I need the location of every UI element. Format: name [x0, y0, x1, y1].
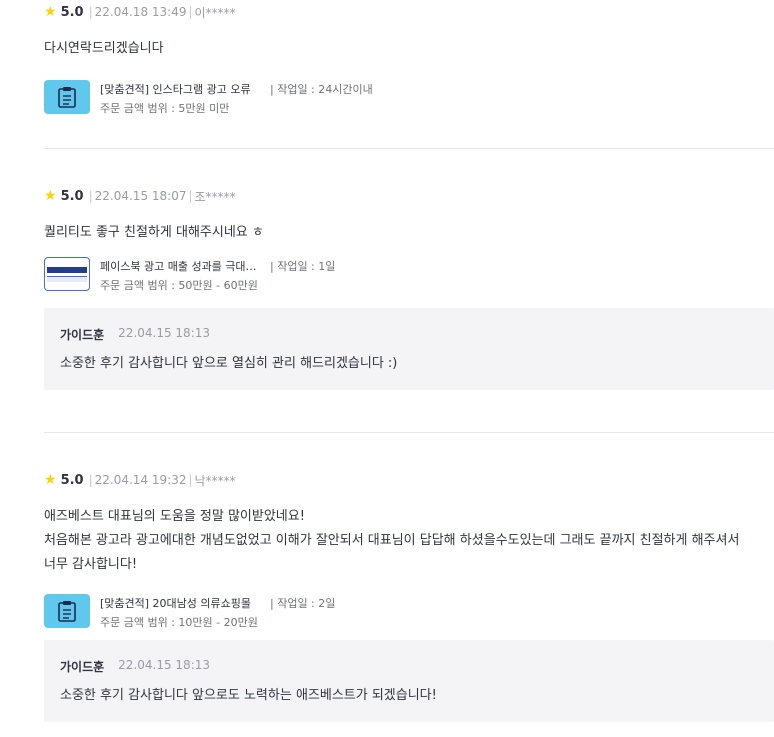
review-date: 22.04.14 19:32: [94, 473, 187, 487]
rating-value: 5.0: [60, 472, 84, 488]
service-thumbnail[interactable]: [44, 257, 90, 291]
reply-author: 가이드훈: [60, 660, 105, 674]
review-item: ★ 5.0 | 22.04.14 19:32 | 낙***** 애즈베스트 대표…: [44, 470, 774, 632]
review-text-line: 처음해본 광고라 광고에대한 개념도없었고 이해가 잘안되서 대표님이 답답해 …: [44, 533, 740, 548]
service-title[interactable]: [맞춤견적] 20대남성 의류쇼핑몰: [100, 594, 270, 613]
review-meta: ★ 5.0 | 22.04.14 19:32 | 낙*****: [44, 470, 774, 490]
review-text: 애즈베스트 대표님의 도움을 정말 많이받았네요! 처음해본 광고라 광고에대한…: [44, 505, 774, 577]
separator: |: [188, 5, 193, 19]
service-title[interactable]: [맞춤견적] 인스타그램 광고 오류: [100, 80, 270, 99]
service-thumbnail[interactable]: [44, 594, 90, 628]
reply-text: 소중한 후기 감사합니다 앞으로도 노력하는 애즈베스트가 되겠습니다!: [60, 688, 437, 703]
separator: |: [188, 473, 193, 487]
divider: [44, 148, 774, 149]
review-meta: ★ 5.0 | 22.04.15 18:07 | 조*****: [44, 186, 774, 206]
clipboard-icon: [58, 601, 76, 622]
price-range: 주문 금액 범위 : 50만원 - 60만원: [100, 279, 258, 292]
star-icon: ★: [44, 4, 57, 20]
star-icon: ★: [44, 188, 57, 204]
separator: |: [88, 189, 93, 203]
review-user: 이*****: [194, 5, 236, 20]
review-item: ★ 5.0 | 22.04.18 13:49 | 이***** 다시연락드리겠습…: [44, 2, 774, 118]
service-title[interactable]: 페이스북 광고 매출 성과를 극대…: [100, 257, 270, 276]
service-card[interactable]: 페이스북 광고 매출 성과를 극대… | 작업일 : 1일 주문 금액 범위 :…: [44, 257, 774, 295]
price-range: 주문 금액 범위 : 5만원 미만: [100, 102, 230, 115]
seller-reply: 가이드훈 22.04.15 18:13 소중한 후기 감사합니다 앞으로 열심히…: [44, 308, 774, 390]
review-user: 조*****: [194, 189, 236, 204]
service-info: 페이스북 광고 매출 성과를 극대… | 작업일 : 1일 주문 금액 범위 :…: [100, 257, 335, 295]
reply-date: 22.04.15 18:13: [118, 326, 211, 340]
review-user: 낙*****: [194, 473, 236, 488]
seller-reply: 가이드훈 22.04.15 18:13 소중한 후기 감사합니다 앞으로도 노력…: [44, 640, 774, 722]
reply-text: 소중한 후기 감사합니다 앞으로 열심히 관리 해드리겠습니다 :): [60, 356, 398, 371]
separator: |: [88, 473, 93, 487]
banner-image: [47, 275, 87, 282]
reply-author: 가이드훈: [60, 328, 105, 342]
service-info: [맞춤견적] 20대남성 의류쇼핑몰 | 작업일 : 2일 주문 금액 범위 :…: [100, 594, 335, 632]
price-range: 주문 금액 범위 : 10만원 - 20만원: [100, 616, 258, 629]
service-thumbnail[interactable]: [44, 80, 90, 114]
reply-date: 22.04.15 18:13: [118, 658, 211, 672]
work-time: | 작업일 : 1일: [270, 260, 336, 273]
rating-value: 5.0: [60, 188, 84, 204]
review-text: 퀄리티도 좋구 친절하게 대해주시네요 ㅎ: [44, 225, 264, 240]
review-text: 다시연락드리겠습니다: [44, 41, 164, 56]
service-card[interactable]: [맞춤견적] 20대남성 의류쇼핑몰 | 작업일 : 2일 주문 금액 범위 :…: [44, 594, 774, 632]
review-text-line: 애즈베스트 대표님의 도움을 정말 많이받았네요!: [44, 509, 305, 524]
review-date: 22.04.18 13:49: [94, 5, 187, 19]
star-icon: ★: [44, 472, 57, 488]
review-meta: ★ 5.0 | 22.04.18 13:49 | 이*****: [44, 2, 774, 22]
review-item: ★ 5.0 | 22.04.15 18:07 | 조***** 퀄리티도 좋구 …: [44, 186, 774, 295]
service-card[interactable]: [맞춤견적] 인스타그램 광고 오류 | 작업일 : 24시간이내 주문 금액 …: [44, 80, 774, 118]
review-date: 22.04.15 18:07: [94, 189, 187, 203]
rating-value: 5.0: [60, 4, 84, 20]
work-time: | 작업일 : 2일: [270, 597, 336, 610]
review-text-line: 너무 감사합니다!: [44, 557, 138, 572]
clipboard-icon: [58, 87, 76, 108]
banner-image: [47, 266, 87, 273]
separator: |: [88, 5, 93, 19]
divider: [44, 432, 774, 433]
separator: |: [188, 189, 193, 203]
service-info: [맞춤견적] 인스타그램 광고 오류 | 작업일 : 24시간이내 주문 금액 …: [100, 80, 373, 118]
work-time: | 작업일 : 24시간이내: [270, 83, 373, 96]
